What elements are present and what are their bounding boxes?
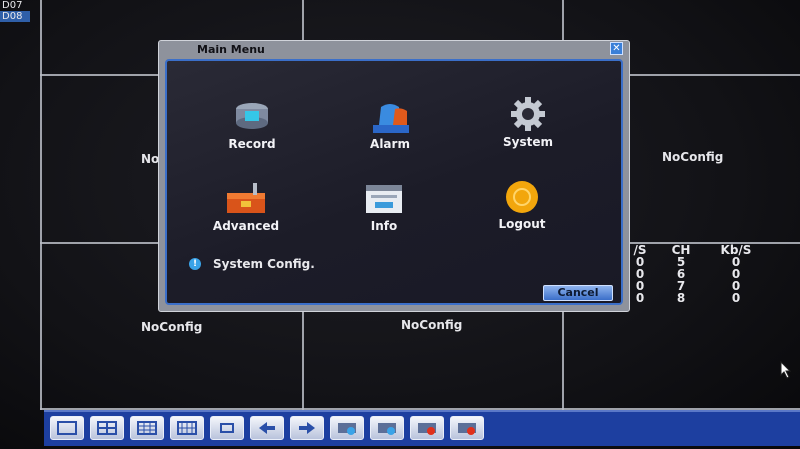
channel-label: No <box>141 152 160 166</box>
gear-icon <box>505 97 551 133</box>
menu-logout[interactable]: Logout <box>477 179 567 231</box>
mouse-cursor-icon <box>780 361 792 379</box>
menu-info-label: Info <box>370 219 398 233</box>
menu-advanced[interactable]: Advanced <box>201 181 291 233</box>
color-button[interactable] <box>450 416 484 440</box>
dvr-screen: D07 D08 No NoConfig NoConfig NoConfig /S… <box>0 0 800 449</box>
quad-view-button[interactable] <box>90 416 124 440</box>
channel-item-selected[interactable]: D08 <box>0 11 30 22</box>
bottom-toolbar <box>44 410 800 446</box>
previous-button[interactable] <box>250 416 284 440</box>
ptz-button[interactable] <box>410 416 444 440</box>
playback-button[interactable] <box>330 416 364 440</box>
menu-record[interactable]: Record <box>207 99 297 151</box>
menu-record-label: Record <box>228 137 276 151</box>
playback-icon <box>338 423 356 435</box>
main-menu-dialog: Main Menu ✕ Record Alarm System Advanced… <box>158 40 630 312</box>
single-view-button[interactable] <box>50 416 84 440</box>
stats-row: 0 6 0 <box>626 268 764 280</box>
stats-row: 0 5 0 <box>626 256 764 268</box>
channel-label: NoConfig <box>662 150 724 164</box>
channel-label: NoConfig <box>141 320 203 334</box>
channel-list: D07 D08 <box>0 0 30 22</box>
menu-system[interactable]: System <box>483 97 573 149</box>
cancel-button[interactable]: Cancel <box>543 285 613 301</box>
stats-header-row: /S CH Kb/S <box>626 244 764 256</box>
bitrate-stats: /S CH Kb/S 0 5 0 0 6 0 0 7 0 0 8 0 <box>626 244 764 304</box>
quad-view-icon <box>97 421 117 435</box>
stats-cell: 8 <box>676 291 686 305</box>
previous-icon <box>259 422 275 434</box>
channel-item[interactable]: D07 <box>0 0 30 11</box>
info-window-icon <box>361 181 407 217</box>
stats-cell: 0 <box>731 291 741 305</box>
single-view-icon <box>57 421 77 435</box>
stats-cell: 0 <box>635 291 645 305</box>
dialog-body: Record Alarm System Advanced Info Logout… <box>165 59 623 305</box>
toolbox-icon <box>223 181 269 217</box>
menu-info[interactable]: Info <box>339 181 429 233</box>
menu-advanced-label: Advanced <box>212 219 280 233</box>
stats-row: 0 8 0 <box>626 292 764 304</box>
next-button[interactable] <box>290 416 324 440</box>
record-icon <box>229 99 275 135</box>
ptz-icon <box>418 423 436 435</box>
status-line: ! System Config. <box>189 257 315 271</box>
grid-line <box>40 0 42 410</box>
channel-label: NoConfig <box>401 318 463 332</box>
status-text: System Config. <box>213 257 315 271</box>
menu-logout-label: Logout <box>498 217 546 231</box>
sixteen-view-icon <box>177 421 197 435</box>
record-control-button[interactable] <box>370 416 404 440</box>
close-icon[interactable]: ✕ <box>610 42 623 55</box>
next-icon <box>299 422 315 434</box>
nine-view-button[interactable] <box>130 416 164 440</box>
nine-view-icon <box>137 421 157 435</box>
menu-alarm[interactable]: Alarm <box>345 99 435 151</box>
sixteen-view-button[interactable] <box>170 416 204 440</box>
menu-alarm-label: Alarm <box>370 137 410 151</box>
menu-system-label: System <box>503 135 553 149</box>
power-icon <box>499 179 545 215</box>
fullscreen-button[interactable] <box>210 416 244 440</box>
dialog-titlebar[interactable]: Main Menu ✕ <box>159 41 629 59</box>
fullscreen-icon <box>220 423 234 433</box>
color-icon <box>458 423 476 435</box>
dialog-title: Main Menu <box>197 43 265 56</box>
alarm-icon <box>367 99 413 135</box>
stats-row: 0 7 0 <box>626 280 764 292</box>
info-icon: ! <box>189 258 201 270</box>
record-control-icon <box>378 423 396 435</box>
